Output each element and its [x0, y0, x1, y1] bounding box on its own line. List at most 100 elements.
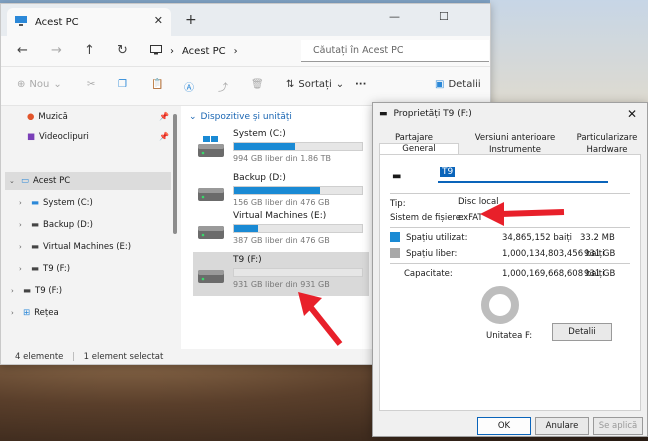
windows-drive-icon: ▬ — [31, 198, 40, 208]
forward-arrow-icon[interactable]: → — [51, 43, 62, 58]
tab-customize[interactable]: Particularizare — [569, 133, 645, 143]
details-button[interactable]: ▣ Detalii — [435, 79, 481, 90]
chevron-right-icon[interactable]: › — [11, 287, 19, 295]
navigation-pane: ● Muzică 📌 ■ Videoclipuri 📌 ⌄ ▭ Acest PC… — [1, 106, 181, 349]
section-header[interactable]: ⌄ Dispozitive și unități — [189, 112, 292, 122]
chevron-down-icon[interactable]: ⌄ — [9, 177, 17, 185]
drive-usage-bar — [233, 142, 363, 151]
sidebar-item-label: Rețea — [34, 308, 59, 318]
drive-usage-fill — [234, 225, 259, 232]
details-label: Detalii — [448, 79, 481, 90]
rename-icon[interactable]: Ⓐ — [184, 79, 194, 94]
chevron-right-icon[interactable]: › — [11, 309, 19, 317]
minimize-button[interactable]: — — [389, 10, 400, 23]
drive-name: Backup (D:) — [233, 173, 286, 183]
drive-name: System (C:) — [233, 129, 286, 139]
sidebar-item-label: Muzică — [38, 112, 68, 122]
drive-icon: ▬ — [23, 286, 32, 296]
search-input[interactable]: Căutați în Acest PC — [301, 40, 489, 62]
sidebar-item-system[interactable]: › ▬ System (C:) — [19, 194, 93, 212]
refresh-icon[interactable]: ↻ — [117, 43, 128, 58]
computer-icon — [150, 44, 162, 58]
drive-usage-bar — [233, 224, 363, 233]
drive-icon: ▬ — [379, 109, 388, 119]
sort-label: Sortați — [298, 79, 332, 90]
maximize-button[interactable]: ☐ — [439, 10, 449, 23]
chevron-down-icon: ⌄ — [53, 79, 62, 90]
sidebar-item-t9[interactable]: › ▬ T9 (F:) — [11, 282, 62, 300]
pin-icon[interactable]: 📌 — [159, 112, 169, 121]
chevron-right-icon: › — [233, 45, 238, 57]
chevron-right-icon[interactable]: › — [19, 221, 27, 229]
sidebar-item-label: T9 (F:) — [43, 264, 71, 274]
drive-tile[interactable]: Virtual Machines (E:) 387 GB liber din 47… — [193, 208, 369, 252]
red-arrow-annotation — [298, 292, 343, 346]
back-arrow-icon[interactable]: ← — [17, 43, 28, 58]
sidebar-item-music[interactable]: ● Muzică — [27, 108, 68, 126]
tab-this-pc[interactable]: Acest PC ✕ — [7, 8, 171, 36]
cancel-button[interactable]: Anulare — [535, 417, 589, 435]
used-space-swatch — [390, 232, 400, 242]
close-tab-icon[interactable]: ✕ — [154, 14, 163, 27]
new-label: Nou — [29, 79, 50, 90]
hard-drive-icon — [198, 270, 224, 283]
share-icon[interactable]: ⤴ — [218, 79, 228, 94]
details-pane-icon: ▣ — [435, 79, 445, 90]
sidebar-item-t9-sub[interactable]: › ▬ T9 (F:) — [19, 260, 70, 278]
address-bar[interactable]: › Acest PC › — [144, 40, 296, 62]
up-arrow-icon[interactable]: ↑ — [84, 43, 95, 58]
dialog-title-bar: ▬ Proprietăți T9 (F:) — [379, 109, 472, 119]
new-button[interactable]: ⊕ Nou ⌄ — [17, 79, 62, 90]
sidebar-item-label: T9 (F:) — [35, 286, 63, 296]
tab-previous-versions[interactable]: Versiuni anterioare — [469, 133, 561, 143]
tab-sharing[interactable]: Partajare — [393, 133, 435, 143]
sidebar-item-label: Virtual Machines (E:) — [43, 242, 132, 252]
pin-icon[interactable]: 📌 — [159, 132, 169, 141]
sidebar-item-label: System (C:) — [43, 198, 93, 208]
new-tab-button[interactable]: + — [185, 12, 197, 28]
properties-dialog: ▬ Proprietăți T9 (F:) ✕ Partajare Versiu… — [372, 102, 648, 437]
details-button[interactable]: Detalii — [552, 323, 612, 341]
cut-icon[interactable]: ✂ — [87, 79, 95, 90]
sidebar-item-vm[interactable]: › ▬ Virtual Machines (E:) — [19, 238, 131, 256]
type-label: Tip: — [390, 199, 406, 209]
sidebar-item-this-pc[interactable]: ⌄ ▭ Acest PC — [5, 172, 171, 190]
drive-free-space: 994 GB liber din 1.86 TB — [233, 154, 331, 163]
red-arrow-annotation — [480, 202, 565, 226]
paste-icon[interactable]: 📋 — [151, 79, 163, 90]
drive-label-input[interactable]: T9 — [438, 167, 608, 183]
breadcrumb-this-pc[interactable]: Acest PC — [182, 46, 226, 57]
used-space-label: Spațiu utilizat: — [406, 233, 468, 243]
chevron-right-icon[interactable]: › — [19, 243, 27, 251]
drive-usage-fill — [234, 187, 320, 194]
drive-usage-bar — [233, 186, 363, 195]
copy-icon[interactable]: ❐ — [118, 79, 127, 90]
sort-button[interactable]: ⇅ Sortați ⌄ — [286, 79, 344, 90]
chevron-right-icon[interactable]: › — [19, 199, 27, 207]
command-bar: ⊕ Nou ⌄ ✂ ❐ 📋 Ⓐ ⤴ 🗑 ⇅ Sortați ⌄ ··· ▣ De… — [1, 66, 490, 106]
status-selection: 1 element selectat — [83, 352, 164, 362]
drive-name: Virtual Machines (E:) — [233, 211, 327, 221]
chevron-right-icon[interactable]: › — [19, 265, 27, 273]
apply-button[interactable]: Se aplică — [593, 417, 643, 435]
sidebar-item-videos[interactable]: ■ Videoclipuri — [27, 128, 89, 146]
sidebar-item-backup[interactable]: › ▬ Backup (D:) — [19, 216, 93, 234]
monitor-icon — [15, 15, 27, 29]
used-space-bytes: 34,865,152 baiți — [502, 233, 573, 243]
tab-bar: Acest PC ✕ + — ☐ — [1, 4, 490, 36]
sort-icon: ⇅ — [286, 79, 295, 90]
status-item-count: 4 elemente — [15, 352, 64, 362]
scrollbar[interactable] — [173, 114, 177, 234]
free-space-size: 931 GB — [584, 249, 616, 259]
close-icon[interactable]: ✕ — [627, 107, 637, 121]
more-options-icon[interactable]: ··· — [355, 79, 366, 90]
sidebar-item-network[interactable]: › ⊞ Rețea — [11, 304, 59, 322]
drive-usage-bar — [233, 268, 363, 277]
chevron-down-icon: ⌄ — [189, 112, 197, 122]
windows-drive-icon — [198, 136, 224, 157]
drive-tile[interactable]: System (C:) 994 GB liber din 1.86 TB — [193, 126, 369, 170]
ok-button[interactable]: OK — [477, 417, 531, 435]
hard-drive-icon — [198, 188, 224, 201]
tab-title: Acest PC — [35, 16, 79, 28]
delete-icon[interactable]: 🗑 — [251, 79, 264, 90]
